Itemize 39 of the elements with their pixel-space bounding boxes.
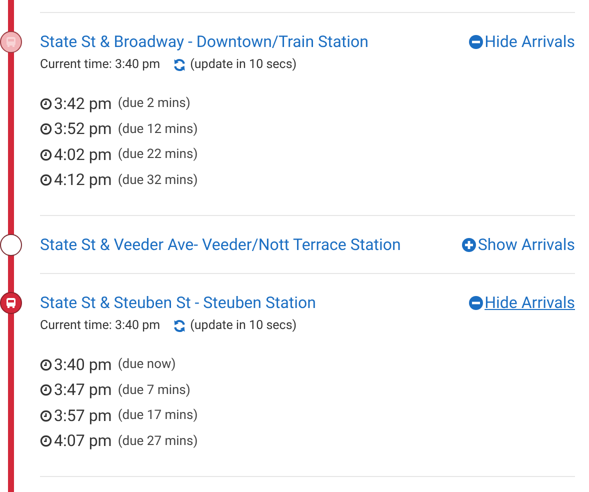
refresh-icon[interactable] — [172, 319, 188, 333]
stop-name-link[interactable]: State St & Steuben St - Steuben Station — [40, 292, 316, 314]
hide-arrivals-link[interactable]: Hide Arrivals — [468, 292, 575, 314]
arrival-time: 4:07 pm — [54, 430, 112, 452]
current-time: Current time: 3:40 pm — [40, 56, 160, 74]
clock-icon — [40, 384, 52, 396]
clock-icon — [40, 358, 52, 371]
arrival-due: (due 22 mins) — [118, 146, 198, 164]
arrival-due: (due now) — [118, 356, 176, 374]
refresh-icon[interactable] — [172, 58, 188, 72]
arrival-due: (due 17 mins) — [118, 407, 198, 425]
clock-icon — [40, 435, 52, 448]
arrival-due: (due 27 mins) — [118, 432, 198, 450]
show-arrivals-link[interactable]: Show Arrivals — [462, 234, 575, 256]
arrival-time: 3:52 pm — [54, 118, 112, 140]
arrival-due: (due 32 mins) — [118, 172, 198, 190]
hide-arrivals-link[interactable]: Hide Arrivals — [468, 31, 575, 53]
stop-name-link[interactable]: State St & Veeder Ave- Veeder/Nott Terrace Station — [40, 234, 401, 256]
update-countdown: (update in 10 secs) — [190, 317, 297, 335]
minus-circle-icon — [468, 296, 483, 310]
arrival-time: 3:47 pm — [54, 379, 112, 402]
arrival-time: 3:40 pm — [54, 354, 112, 376]
plus-circle-icon — [462, 238, 476, 252]
arrival-time: 3:42 pm — [54, 92, 112, 115]
clock-icon — [40, 174, 52, 186]
stop-name-link[interactable]: State St & Broadway - Downtown/Train Station — [40, 31, 369, 53]
arrival-due: (due 2 mins) — [118, 95, 190, 113]
clock-icon — [40, 410, 52, 422]
current-time: Current time: 3:40 pm — [40, 317, 160, 335]
clock-icon — [40, 98, 52, 110]
update-countdown: (update in 10 secs) — [190, 56, 297, 74]
clock-icon — [40, 123, 52, 136]
clock-icon — [40, 148, 52, 161]
arrival-time: 4:12 pm — [54, 169, 112, 192]
arrival-time: 3:57 pm — [54, 404, 112, 427]
minus-circle-icon — [468, 35, 483, 49]
arrival-due: (due 7 mins) — [118, 382, 190, 400]
arrival-due: (due 12 mins) — [118, 120, 198, 138]
arrival-time: 4:02 pm — [54, 144, 112, 166]
